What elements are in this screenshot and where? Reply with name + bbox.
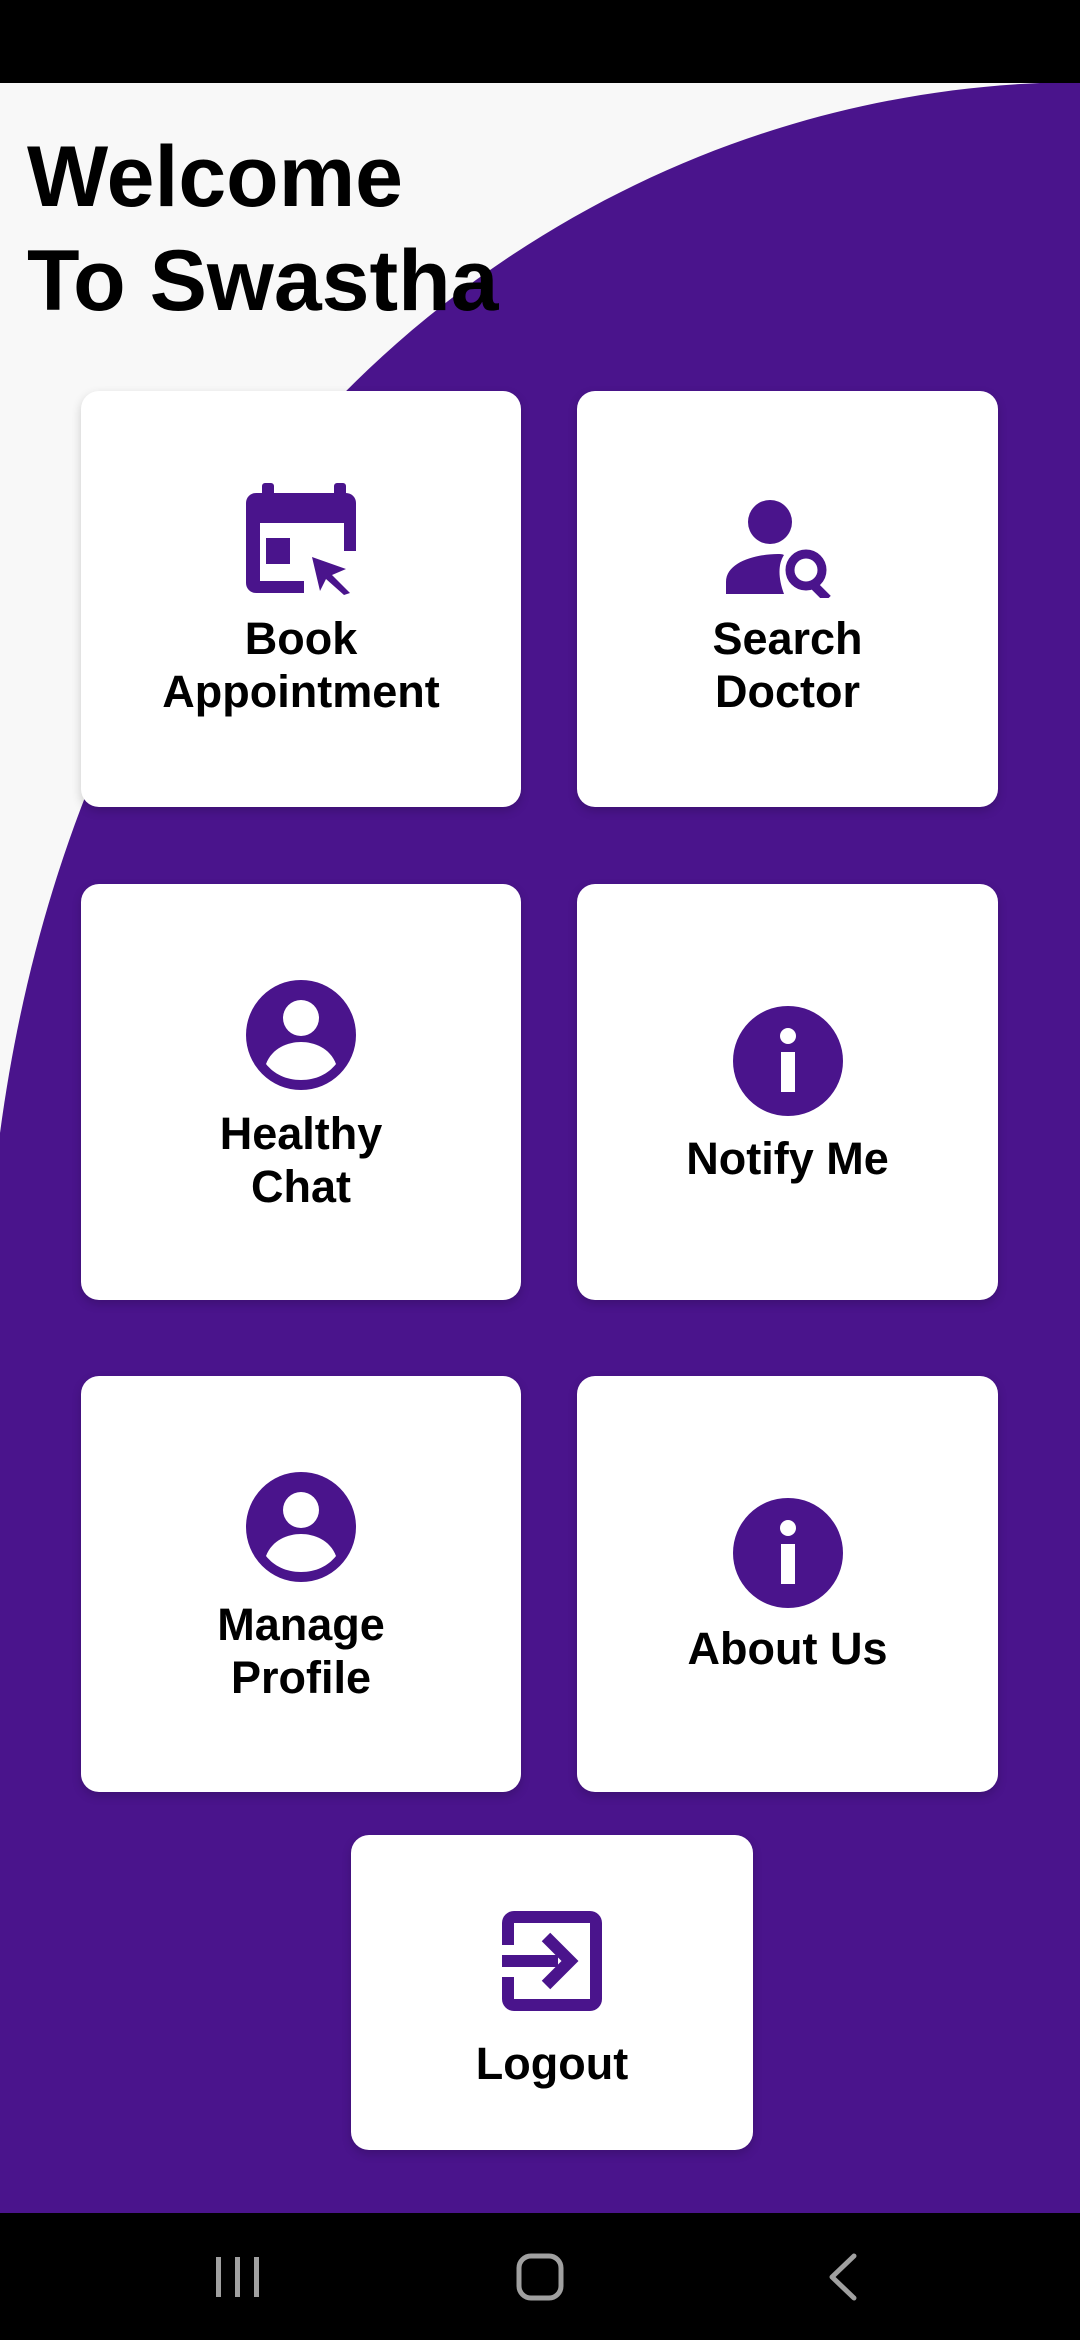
recents-icon xyxy=(216,2256,259,2297)
info-icon xyxy=(732,1498,843,1608)
search-doctor-label: Search Doctor xyxy=(712,613,863,717)
home-icon xyxy=(516,2253,564,2300)
manage-profile-label: Manage Profile xyxy=(217,1599,385,1703)
home-screen: Welcome To Swastha Book Appointment Sear… xyxy=(0,83,1080,2213)
about-us-label: About Us xyxy=(687,1623,888,1674)
person-search-icon xyxy=(725,500,831,598)
book-appointment-card[interactable]: Book Appointment xyxy=(81,391,521,807)
logout-icon xyxy=(502,1911,602,2011)
page-title: Welcome To Swastha xyxy=(27,125,499,333)
book-appointment-label: Book Appointment xyxy=(162,613,440,717)
status-bar xyxy=(0,0,1080,83)
healthy-chat-label: Healthy Chat xyxy=(219,1108,383,1212)
about-us-card[interactable]: About Us xyxy=(577,1376,998,1792)
healthy-chat-card[interactable]: Healthy Chat xyxy=(81,884,521,1300)
notify-me-label: Notify Me xyxy=(686,1133,889,1184)
back-icon xyxy=(829,2253,857,2300)
recents-button[interactable] xyxy=(138,2213,338,2340)
system-navigation-bar xyxy=(0,2213,1080,2340)
calendar-click-icon xyxy=(246,483,356,595)
manage-profile-card[interactable]: Manage Profile xyxy=(81,1376,521,1792)
account-circle-icon xyxy=(246,1472,356,1582)
notify-me-card[interactable]: Notify Me xyxy=(577,884,998,1300)
back-button[interactable] xyxy=(742,2213,942,2340)
title-line-2: To Swastha xyxy=(27,233,499,329)
info-icon xyxy=(732,1006,843,1116)
search-doctor-card[interactable]: Search Doctor xyxy=(577,391,998,807)
logout-card[interactable]: Logout xyxy=(351,1835,753,2150)
account-circle-icon xyxy=(246,980,356,1090)
home-button[interactable] xyxy=(440,2213,640,2340)
logout-label: Logout xyxy=(475,2038,629,2089)
title-line-1: Welcome xyxy=(27,129,403,225)
